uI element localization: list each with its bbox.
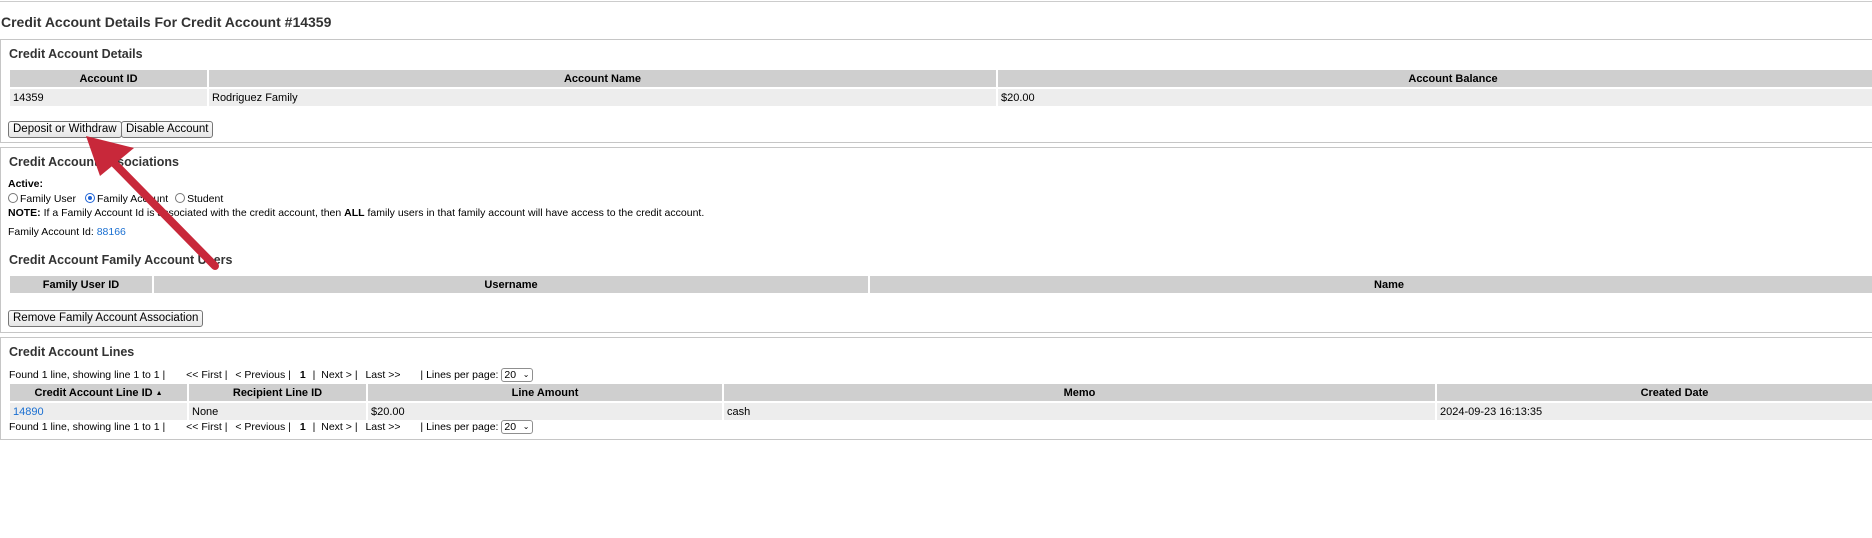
first-page-link[interactable]: << First xyxy=(186,369,222,381)
family-account-users-title: Credit Account Family Account Users xyxy=(9,253,233,267)
last-page-link[interactable]: Last >> xyxy=(365,369,400,381)
pager-separator: | xyxy=(354,368,358,381)
credit-account-details-panel: Credit Account Details Account ID Accoun… xyxy=(0,39,1872,143)
account-name-cell: Rodriguez Family xyxy=(209,89,996,106)
radio-family-user[interactable]: Family User xyxy=(8,193,76,205)
radio-circle-icon[interactable] xyxy=(8,193,18,203)
column-header-account-name: Account Name xyxy=(209,70,996,87)
column-header-line-amount[interactable]: Line Amount xyxy=(368,384,722,401)
first-page-link[interactable]: << First xyxy=(186,421,222,433)
lines-per-page-select[interactable]: 20 ⌄ xyxy=(501,368,534,382)
column-header-label: Credit Account Line ID xyxy=(34,386,153,399)
pagination-top: Found 1 line, showing line 1 to 1 | << F… xyxy=(9,368,534,382)
chevron-down-icon: ⌄ xyxy=(522,422,530,431)
next-page-link[interactable]: Next > xyxy=(321,421,352,433)
family-account-id-row: Family Account Id: 88166 xyxy=(8,226,126,238)
radio-student[interactable]: Student xyxy=(175,193,223,205)
lines-per-page-value: 20 xyxy=(504,369,517,381)
column-header-family-user-id: Family User ID xyxy=(10,276,152,293)
column-header-name: Name xyxy=(870,276,1872,293)
table-header-row: Family User ID Username Name xyxy=(10,276,1872,293)
account-balance-cell: $20.00 xyxy=(998,89,1872,106)
family-account-users-table: Family User ID Username Name xyxy=(8,274,1872,295)
account-details-table: Account ID Account Name Account Balance … xyxy=(8,68,1872,108)
pagination-bottom: Found 1 line, showing line 1 to 1 | << F… xyxy=(9,420,534,434)
table-header-row: Account ID Account Name Account Balance xyxy=(10,70,1872,87)
column-header-created-date[interactable]: Created Date xyxy=(1437,384,1872,401)
table-row: 14890 None $20.00 cash 2024-09-23 16:13:… xyxy=(10,403,1872,420)
lines-per-page-select[interactable]: 20 ⌄ xyxy=(501,420,534,434)
radio-label-family-account: Family Account xyxy=(96,193,169,205)
active-radio-group: Family User Family Account Student xyxy=(8,193,223,205)
memo-cell: cash xyxy=(724,403,1435,420)
pager-separator: | xyxy=(288,368,291,381)
sort-ascending-icon: ▲ xyxy=(155,389,163,397)
note-text-2: family users in that family account will… xyxy=(364,207,705,219)
created-date-cell: 2024-09-23 16:13:35 xyxy=(1437,403,1872,420)
next-page-link[interactable]: Next > xyxy=(321,369,352,381)
line-id-link[interactable]: 14890 xyxy=(13,406,44,418)
current-page-number: 1 xyxy=(299,420,306,433)
pager-separator: | xyxy=(288,420,291,433)
table-header-row: Credit Account Line ID ▲ Recipient Line I… xyxy=(10,384,1872,401)
associations-title: Credit Account Associations xyxy=(9,155,179,169)
table-row: 14359 Rodriguez Family $20.00 xyxy=(10,89,1872,106)
note-text-1: If a Family Account Id is associated wit… xyxy=(40,207,345,219)
column-header-account-balance: Account Balance xyxy=(998,70,1872,87)
found-lines-text: Found 1 line, showing line 1 to 1 | xyxy=(9,420,166,433)
radio-family-account[interactable]: Family Account xyxy=(84,193,169,205)
line-id-cell: 14890 xyxy=(10,403,187,420)
column-header-recipient-line-id[interactable]: Recipient Line ID xyxy=(189,384,366,401)
family-account-id-label: Family Account Id: xyxy=(8,226,97,238)
column-header-account-id: Account ID xyxy=(10,70,207,87)
credit-account-associations-panel: Credit Account Associations Active: Fami… xyxy=(0,147,1872,333)
pager-separator: | xyxy=(312,420,316,433)
radio-selected-icon[interactable] xyxy=(84,193,95,203)
remove-family-account-association-button[interactable]: Remove Family Account Association xyxy=(8,310,204,327)
pager-separator: | xyxy=(312,368,316,381)
column-header-memo[interactable]: Memo xyxy=(724,384,1435,401)
current-page-number: 1 xyxy=(299,368,306,381)
credit-account-lines-title: Credit Account Lines xyxy=(9,345,135,359)
previous-page-link[interactable]: < Previous xyxy=(235,421,285,433)
note-bold: ALL xyxy=(344,207,365,219)
radio-label-student: Student xyxy=(187,193,224,205)
pager-separator: | xyxy=(224,420,228,433)
credit-account-lines-panel: Credit Account Lines Found 1 line, showi… xyxy=(0,337,1872,440)
chevron-down-icon: ⌄ xyxy=(522,370,530,379)
disable-account-button[interactable]: Disable Account xyxy=(121,121,214,138)
last-page-link[interactable]: Last >> xyxy=(365,421,400,433)
credit-account-details-title: Credit Account Details xyxy=(9,47,143,61)
column-header-credit-account-line-id[interactable]: Credit Account Line ID ▲ xyxy=(10,384,187,401)
lines-per-page-value: 20 xyxy=(504,421,517,433)
deposit-withdraw-button[interactable]: Deposit or Withdraw xyxy=(8,121,122,138)
note-prefix: NOTE: xyxy=(8,207,41,219)
radio-label-family-user: Family User xyxy=(20,193,77,205)
account-id-cell: 14359 xyxy=(10,89,207,106)
column-header-username: Username xyxy=(154,276,868,293)
lines-per-page-label: | Lines per page: xyxy=(420,368,499,381)
credit-account-lines-table: Credit Account Line ID ▲ Recipient Line I… xyxy=(8,382,1872,422)
pager-separator: | xyxy=(224,368,228,381)
previous-page-link[interactable]: < Previous xyxy=(235,369,285,381)
page-title: Credit Account Details For Credit Accoun… xyxy=(1,14,332,30)
found-lines-text: Found 1 line, showing line 1 to 1 | xyxy=(9,368,166,381)
line-amount-cell: $20.00 xyxy=(368,403,722,420)
radio-circle-icon[interactable] xyxy=(175,193,186,203)
lines-per-page-label: | Lines per page: xyxy=(420,420,499,433)
pager-separator: | xyxy=(354,420,358,433)
top-divider xyxy=(0,1,1872,2)
active-label: Active: xyxy=(8,178,44,190)
recipient-line-id-cell: None xyxy=(189,403,366,420)
family-account-id-link[interactable]: 88166 xyxy=(97,226,126,238)
association-note: NOTE: If a Family Account Id is associat… xyxy=(8,207,704,219)
